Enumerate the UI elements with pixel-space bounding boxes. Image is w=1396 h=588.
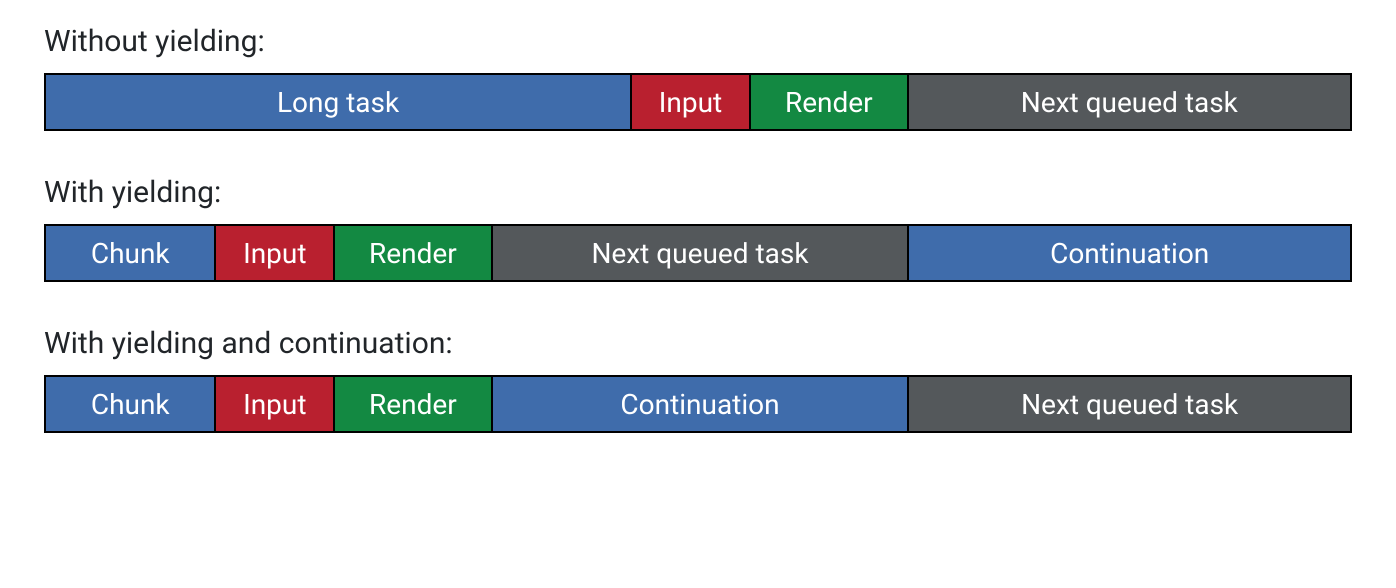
segment-input: Input (214, 377, 333, 431)
segment-render: Render (749, 75, 907, 129)
task-bar: Chunk Input Render Continuation Next que… (44, 375, 1352, 433)
segment-chunk: Chunk (46, 226, 214, 280)
segment-chunk: Chunk (46, 377, 214, 431)
segment-next-queued-task: Next queued task (907, 377, 1350, 431)
segment-input: Input (214, 226, 333, 280)
section-with-yielding: With yielding: Chunk Input Render Next q… (44, 175, 1352, 282)
section-without-yielding: Without yielding: Long task Input Render… (44, 24, 1352, 131)
segment-continuation: Continuation (907, 226, 1350, 280)
segment-next-queued-task: Next queued task (491, 226, 908, 280)
segment-long-task: Long task (46, 75, 630, 129)
segment-continuation: Continuation (491, 377, 908, 431)
section-title: With yielding and continuation: (44, 326, 1352, 361)
section-title: With yielding: (44, 175, 1352, 210)
task-bar: Chunk Input Render Next queued task Cont… (44, 224, 1352, 282)
segment-render: Render (333, 226, 491, 280)
section-with-yielding-and-continuation: With yielding and continuation: Chunk In… (44, 326, 1352, 433)
segment-input: Input (630, 75, 749, 129)
task-bar: Long task Input Render Next queued task (44, 73, 1352, 131)
section-title: Without yielding: (44, 24, 1352, 59)
segment-render: Render (333, 377, 491, 431)
segment-next-queued-task: Next queued task (907, 75, 1350, 129)
